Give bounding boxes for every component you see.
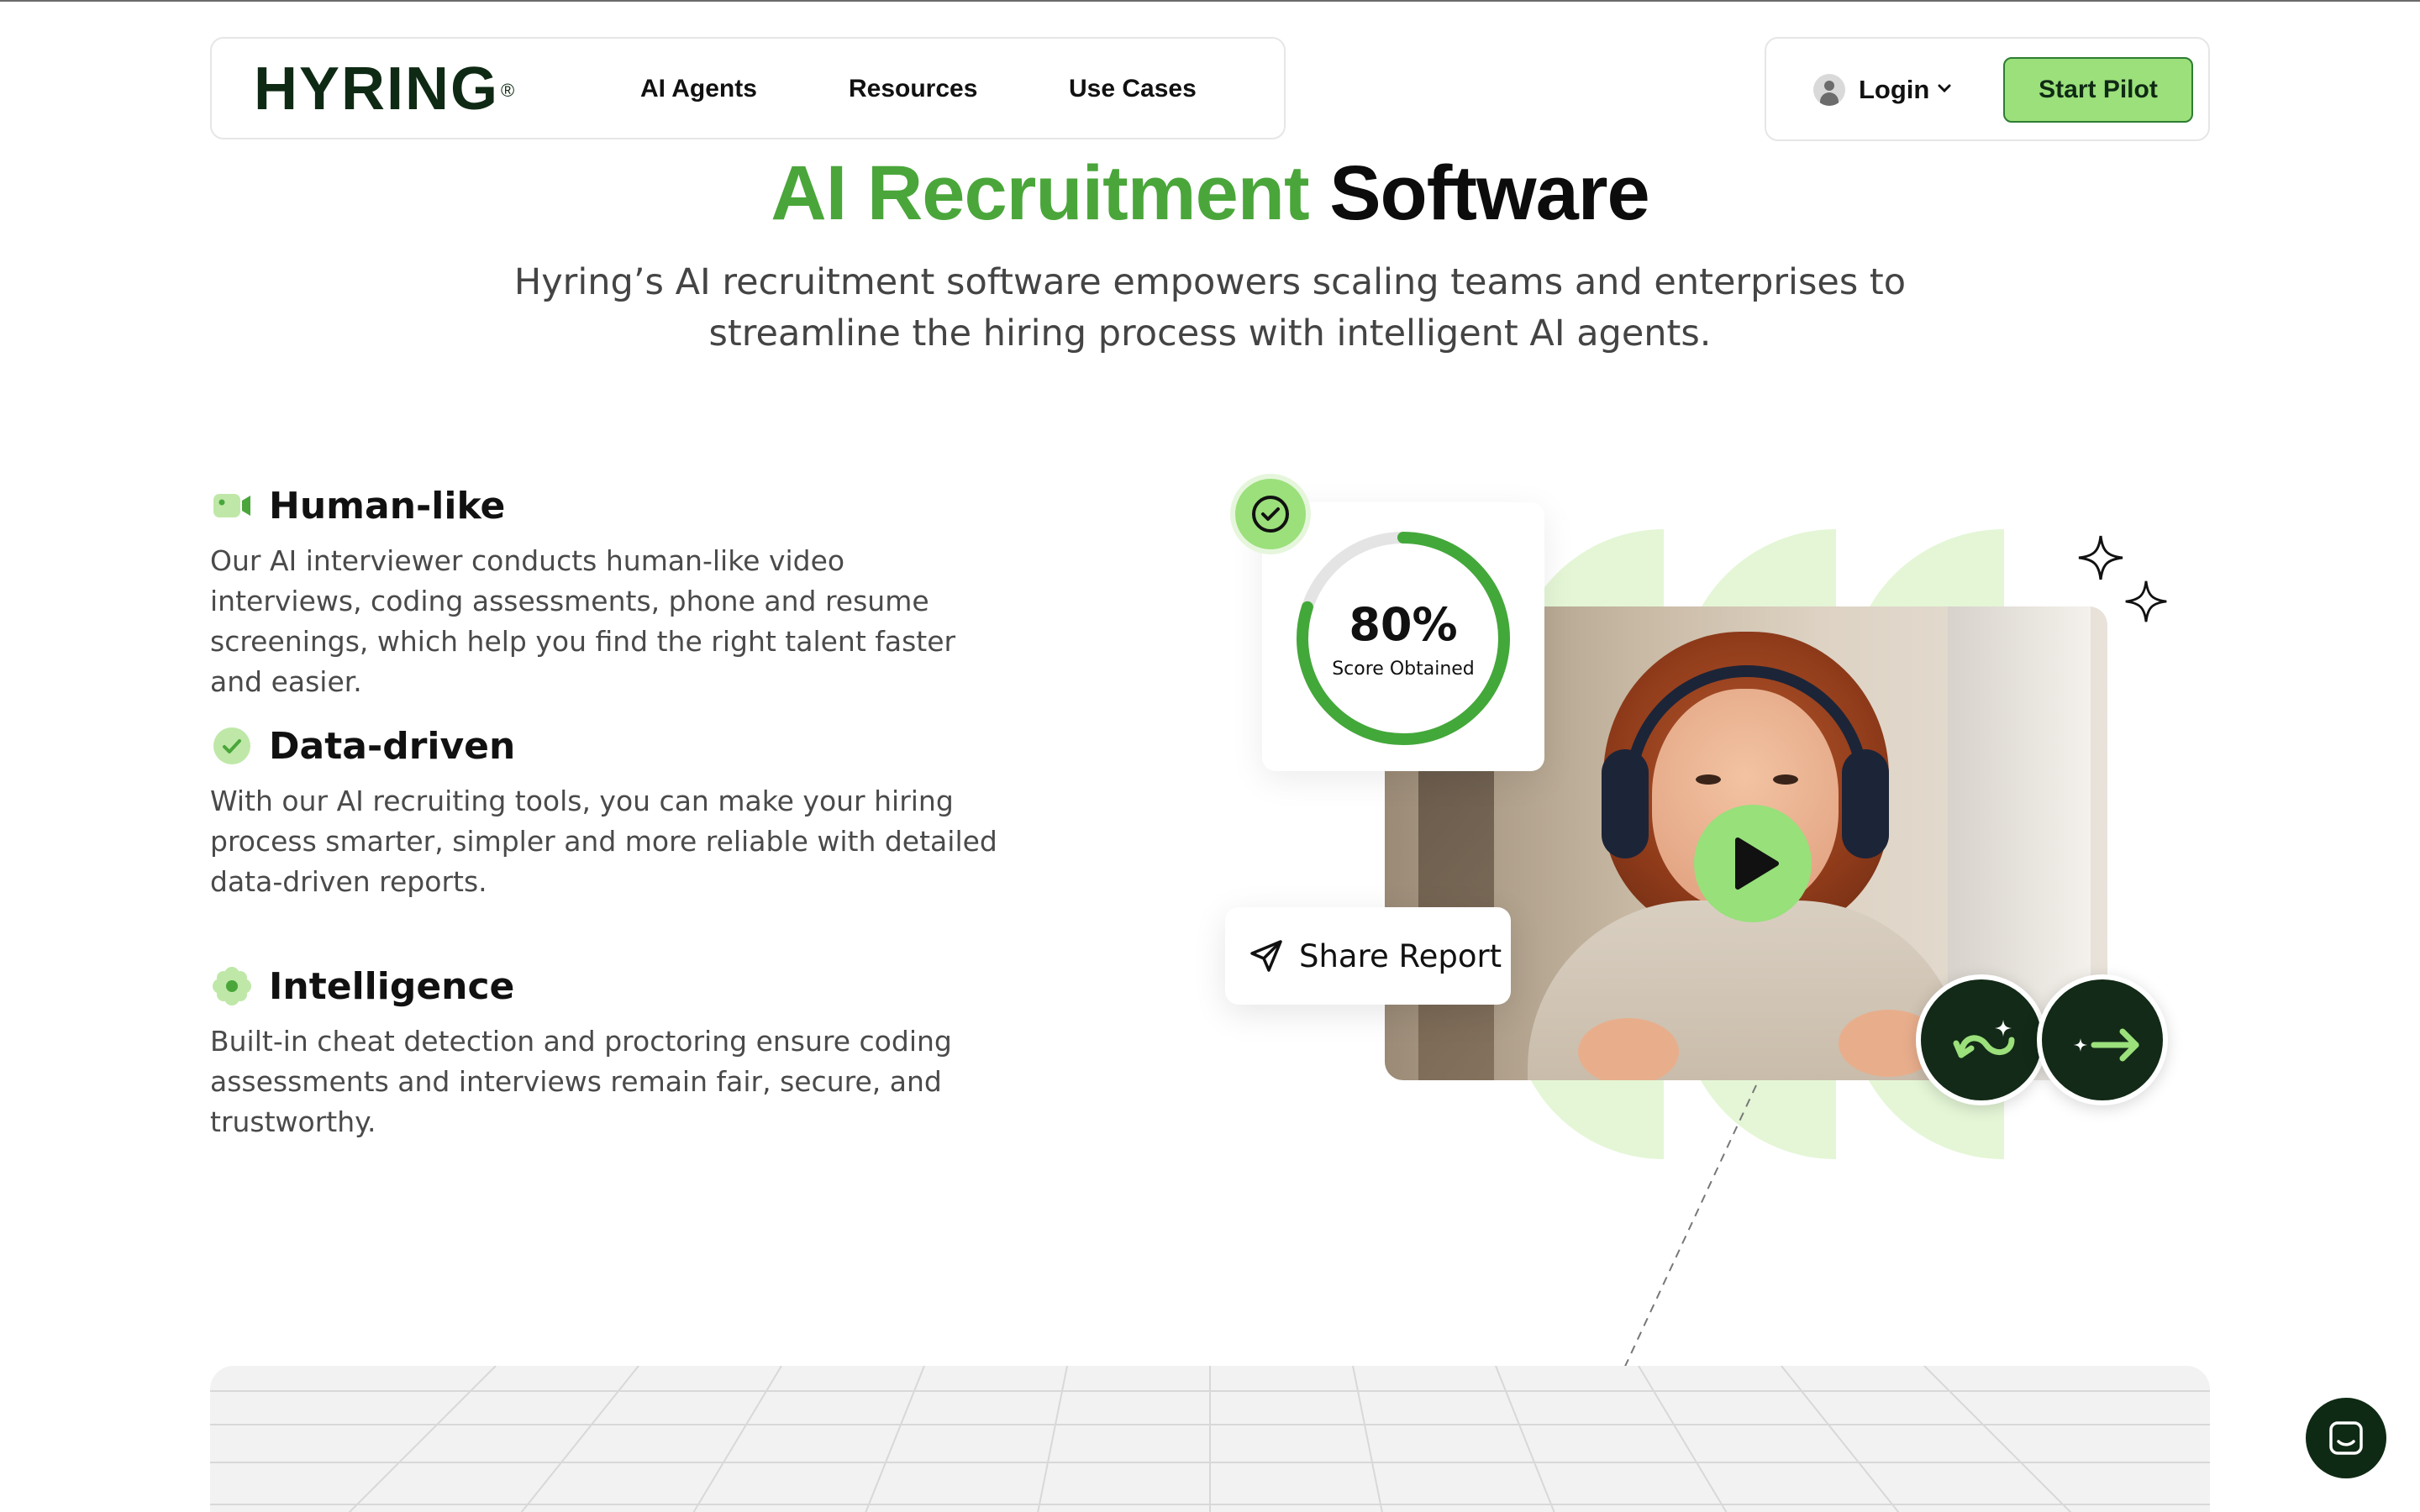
feature-title: Data-driven — [269, 724, 516, 768]
nav-link-use-cases[interactable]: Use Cases — [1069, 72, 1197, 106]
regenerate-ai-button[interactable] — [1916, 974, 2047, 1105]
top-border — [0, 0, 2420, 2]
hero-subtitle: Hyring’s AI recruitment software empower… — [513, 261, 1907, 354]
chat-support-button[interactable] — [2306, 1398, 2386, 1478]
play-button[interactable] — [1694, 805, 1812, 922]
sparkle-icon — [2125, 580, 2167, 622]
title-rest: Software — [1329, 150, 1650, 236]
feature-description: With our AI recruiting tools, you can ma… — [210, 785, 997, 898]
page-title: AI Recruitment Software — [0, 151, 2420, 235]
feature-description: Built-in cheat detection and proctoring … — [210, 1025, 952, 1138]
connector-line — [1604, 1084, 1757, 1410]
user-avatar-icon — [1813, 74, 1845, 106]
feature-title: Intelligence — [269, 964, 515, 1008]
chat-icon — [2329, 1421, 2363, 1455]
brand-name: HYRING — [254, 55, 500, 123]
sparkle-arrow-icon — [2074, 1028, 2139, 1062]
nav-link-ai-agents[interactable]: AI Agents — [640, 72, 757, 106]
video-camera-icon — [213, 494, 250, 517]
nav-link-resources[interactable]: Resources — [849, 72, 977, 106]
play-icon — [1735, 837, 1779, 890]
verified-badge — [1230, 474, 1311, 554]
feature-human-like: Human-like Our AI interviewer conducts h… — [210, 480, 1017, 702]
send-icon — [1250, 940, 1282, 972]
chevron-down-icon[interactable] — [1934, 78, 1954, 98]
check-circle-icon — [213, 727, 250, 764]
share-report-label: Share Report — [1299, 937, 1502, 974]
flower-icon — [213, 967, 251, 1005]
feature-data-driven: Data-driven With our AI recruiting tools… — [210, 721, 1017, 902]
title-highlight: AI Recruitment — [771, 150, 1309, 236]
sparkle-icon — [2078, 535, 2123, 580]
account-nav: Login Start Pilot — [1765, 37, 2210, 141]
share-report-button[interactable]: Share Report — [1225, 907, 1511, 1005]
score-label: Score Obtained — [1332, 659, 1475, 680]
feature-description: Our AI interviewer conducts human-like v… — [210, 544, 956, 698]
registered-mark: ® — [501, 80, 517, 101]
refresh-sparkle-icon — [1953, 1020, 2015, 1058]
check-circle-icon — [1252, 496, 1289, 533]
feature-title: Human-like — [269, 484, 506, 528]
login-button[interactable]: Login — [1859, 72, 1929, 108]
next-arrow-button[interactable] — [2037, 974, 2168, 1105]
main-nav: HYRING® AI Agents Resources Use Cases — [210, 37, 1286, 139]
start-pilot-button[interactable]: Start Pilot — [2003, 57, 2193, 123]
score-value: 80% — [1349, 598, 1458, 651]
brand-logo[interactable]: HYRING® — [254, 57, 516, 121]
dashboard-preview-panel — [210, 1366, 2210, 1512]
feature-intelligence: Intelligence Built-in cheat detection an… — [210, 961, 1017, 1142]
